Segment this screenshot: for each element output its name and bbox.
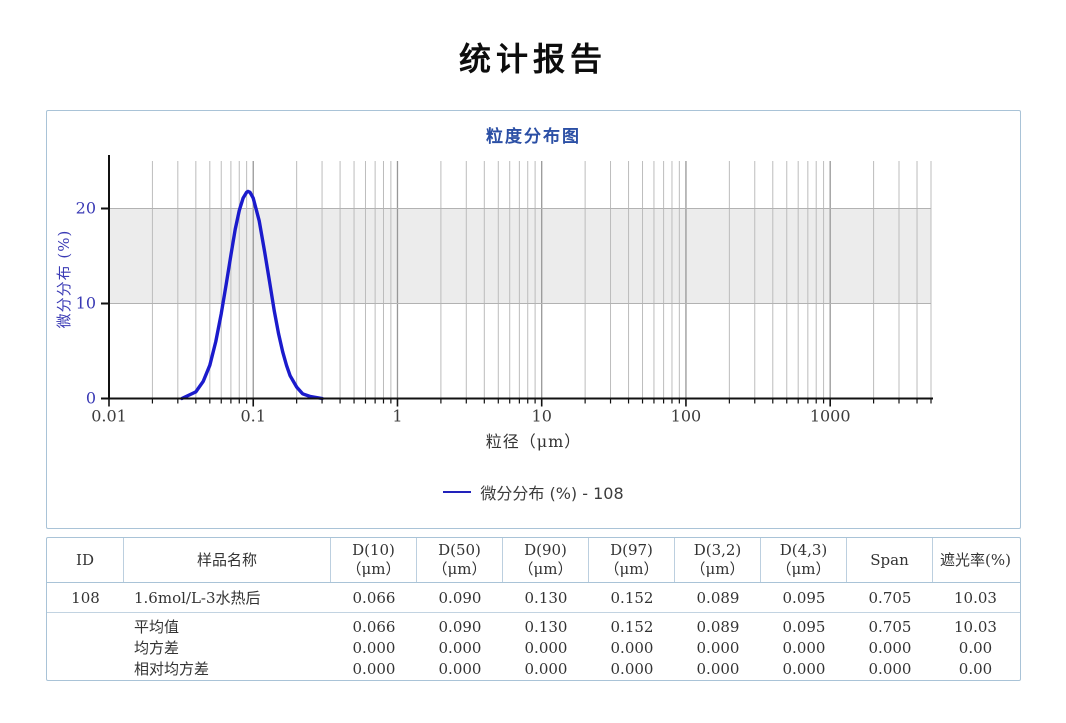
value-cell: 0.095 bbox=[761, 589, 847, 607]
header-label: D(10) bbox=[352, 541, 395, 560]
summary-row: 平均值0.0660.0900.1300.1520.0890.0950.70510… bbox=[47, 616, 1020, 637]
table-header-cell: D(10)（μm） bbox=[331, 538, 417, 582]
table-header-cell: D(90)（μm） bbox=[503, 538, 589, 582]
value-cell: 0.705 bbox=[847, 589, 933, 607]
header-unit: （μm） bbox=[777, 560, 831, 579]
x-tick-label: 1000 bbox=[810, 407, 851, 426]
x-tick-label: 1 bbox=[392, 407, 402, 426]
value-cell: 0.066 bbox=[331, 589, 417, 607]
value-cell: 0.000 bbox=[589, 660, 675, 678]
header-label: 样品名称 bbox=[197, 551, 257, 570]
header-label: D(4,3) bbox=[780, 541, 828, 560]
value-cell: 0.090 bbox=[417, 618, 503, 636]
sample-name-cell: 1.6mol/L-3水热后 bbox=[124, 587, 331, 608]
value-cell: 0.000 bbox=[589, 639, 675, 657]
value-cell: 10.03 bbox=[933, 618, 1018, 636]
table-header-cell: D(3,2)（μm） bbox=[675, 538, 761, 582]
value-cell: 0.089 bbox=[675, 618, 761, 636]
value-cell: 0.000 bbox=[761, 639, 847, 657]
x-tick-label: 100 bbox=[671, 407, 702, 426]
summary-row: 均方差0.0000.0000.0000.0000.0000.0000.0000.… bbox=[47, 637, 1020, 658]
value-cell: 0.130 bbox=[503, 618, 589, 636]
header-unit: （μm） bbox=[433, 560, 487, 579]
header-label: D(3,2) bbox=[694, 541, 742, 560]
sample-id-cell: 108 bbox=[47, 589, 124, 607]
table-header-cell: ID bbox=[47, 538, 124, 582]
value-cell: 0.000 bbox=[331, 660, 417, 678]
header-label: 遮光率(%) bbox=[940, 551, 1011, 570]
report-page: 统计报告 粒度分布图 0.010.1110100100001020微分分布 (%… bbox=[0, 0, 1066, 723]
value-cell: 0.089 bbox=[675, 589, 761, 607]
summary-row: 相对均方差0.0000.0000.0000.0000.0000.0000.000… bbox=[47, 658, 1020, 679]
chart-panel: 粒度分布图 0.010.1110100100001020微分分布 (%) 粒径（… bbox=[46, 110, 1021, 529]
y-tick-label: 0 bbox=[86, 389, 96, 408]
header-unit: （μm） bbox=[519, 560, 573, 579]
value-cell: 0.000 bbox=[761, 660, 847, 678]
header-unit: （μm） bbox=[691, 560, 745, 579]
table-body: 1081.6mol/L-3水热后0.0660.0900.1300.1520.08… bbox=[47, 583, 1020, 613]
table-header-cell: 遮光率(%) bbox=[933, 538, 1018, 582]
value-cell: 0.000 bbox=[417, 639, 503, 657]
header-unit: （μm） bbox=[347, 560, 401, 579]
header-label: D(90) bbox=[524, 541, 567, 560]
y-tick-label: 20 bbox=[76, 199, 96, 218]
table-row: 1081.6mol/L-3水热后0.0660.0900.1300.1520.08… bbox=[47, 583, 1020, 613]
x-axis-label: 粒径（μm） bbox=[47, 428, 1020, 452]
value-cell: 0.000 bbox=[503, 639, 589, 657]
legend-label: 微分分布 (%) - 108 bbox=[480, 480, 623, 504]
table-header-cell: Span bbox=[847, 538, 933, 582]
table-header-cell: D(50)（μm） bbox=[417, 538, 503, 582]
table-header-cell: D(97)（μm） bbox=[589, 538, 675, 582]
header-label: D(50) bbox=[438, 541, 481, 560]
report-title: 统计报告 bbox=[0, 34, 1066, 80]
legend-line-icon bbox=[443, 491, 471, 493]
table-summary: 平均值0.0660.0900.1300.1520.0890.0950.70510… bbox=[47, 613, 1020, 679]
x-tick-label: 0.01 bbox=[91, 407, 127, 426]
x-tick-label: 10 bbox=[532, 407, 552, 426]
table-header-cell: 样品名称 bbox=[124, 538, 331, 582]
value-cell: 0.705 bbox=[847, 618, 933, 636]
header-label: ID bbox=[76, 551, 94, 570]
header-label: D(97) bbox=[610, 541, 653, 560]
summary-label-cell: 相对均方差 bbox=[124, 658, 331, 679]
value-cell: 0.000 bbox=[417, 660, 503, 678]
value-cell: 0.095 bbox=[761, 618, 847, 636]
particle-size-distribution-chart: 0.01 0.1 1 10 100 1000 0 10 20微分分布 (%) bbox=[47, 111, 1020, 528]
value-cell: 0.000 bbox=[847, 639, 933, 657]
value-cell: 0.066 bbox=[331, 618, 417, 636]
value-cell: 0.00 bbox=[933, 639, 1018, 657]
chart-legend: 微分分布 (%) - 108 bbox=[47, 480, 1020, 504]
value-cell: 0.090 bbox=[417, 589, 503, 607]
x-tick-label: 0.1 bbox=[241, 407, 266, 426]
value-cell: 0.152 bbox=[589, 589, 675, 607]
value-cell: 0.000 bbox=[675, 639, 761, 657]
y-tick-label: 10 bbox=[76, 294, 96, 313]
value-cell: 10.03 bbox=[933, 589, 1018, 607]
value-cell: 0.130 bbox=[503, 589, 589, 607]
value-cell: 0.00 bbox=[933, 660, 1018, 678]
table-header-row: ID样品名称D(10)（μm）D(50)（μm）D(90)（μm）D(97)（μ… bbox=[47, 538, 1020, 583]
header-label: Span bbox=[870, 551, 908, 570]
y-axis-label: 微分分布 (%) bbox=[55, 230, 73, 329]
value-cell: 0.000 bbox=[503, 660, 589, 678]
summary-label-cell: 均方差 bbox=[124, 637, 331, 658]
value-cell: 0.152 bbox=[589, 618, 675, 636]
summary-label-cell: 平均值 bbox=[124, 616, 331, 637]
value-cell: 0.000 bbox=[675, 660, 761, 678]
table-header-cell: D(4,3)（μm） bbox=[761, 538, 847, 582]
header-unit: （μm） bbox=[605, 560, 659, 579]
value-cell: 0.000 bbox=[847, 660, 933, 678]
value-cell: 0.000 bbox=[331, 639, 417, 657]
results-table: ID样品名称D(10)（μm）D(50)（μm）D(90)（μm）D(97)（μ… bbox=[46, 537, 1021, 681]
